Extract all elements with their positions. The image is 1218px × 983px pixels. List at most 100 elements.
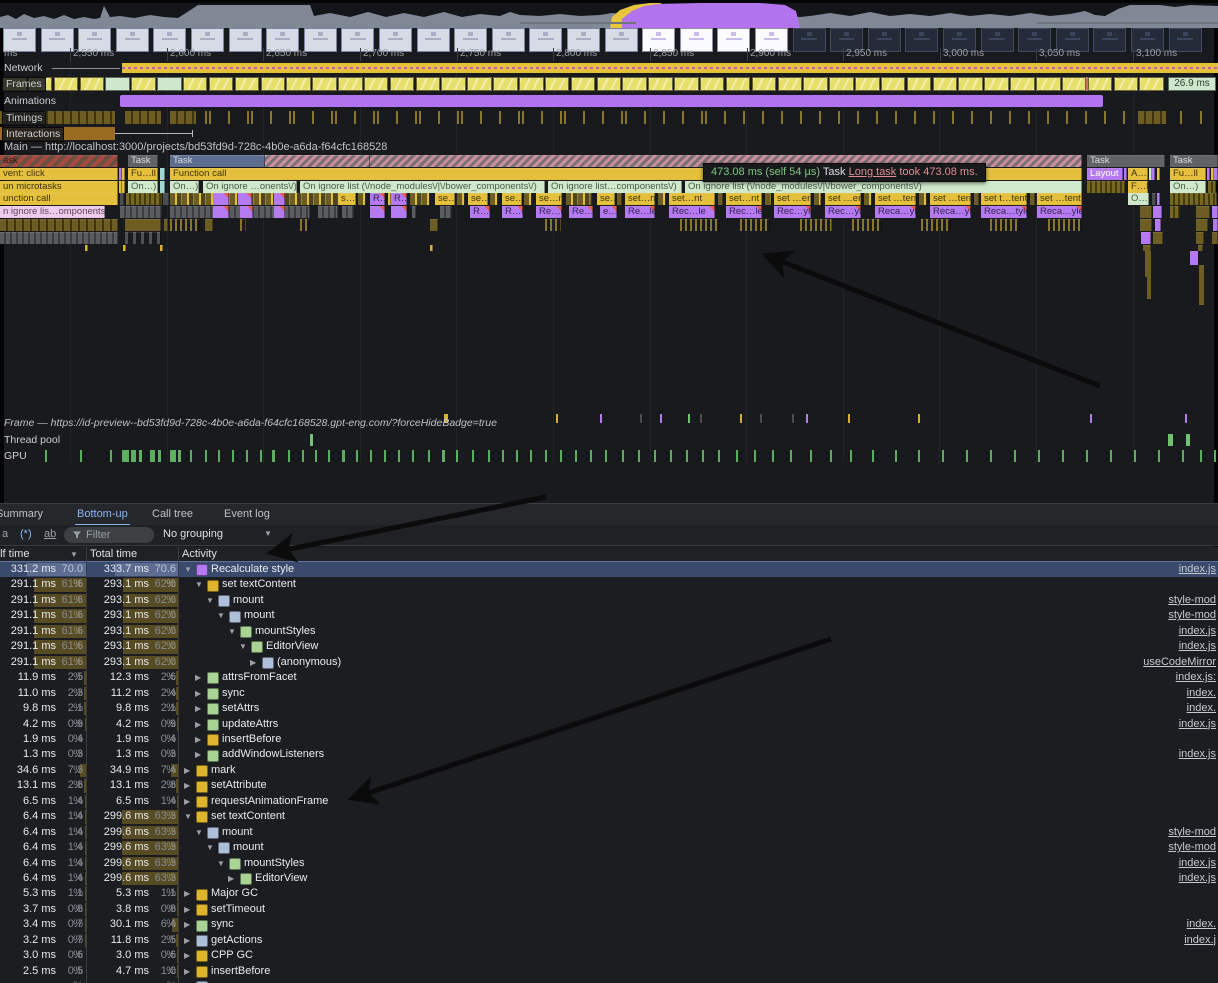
activity-header[interactable]: Activity — [182, 547, 217, 562]
collapse-caret-icon[interactable]: ▶ — [184, 917, 190, 932]
timeline-ruler[interactable]: ms2,550 ms2,600 ms2,650 ms2,700 ms2,750 … — [0, 48, 1218, 61]
frame-box[interactable] — [390, 77, 415, 91]
flame-event-sliver[interactable] — [1213, 219, 1218, 231]
collapse-caret-icon[interactable]: ▶ — [228, 871, 234, 886]
table-row[interactable]: 6.4 ms1.4 %299.6 ms63.3 %▼mountstyle-mod — [0, 840, 1218, 855]
flame-event[interactable]: Reca…yle — [875, 206, 916, 218]
table-row[interactable]: 34.6 ms7.3 %34.9 ms7.4 %▶mark — [0, 763, 1218, 778]
flame-event-sliver[interactable] — [126, 193, 162, 205]
flame-event-sliver[interactable] — [658, 193, 666, 205]
frame-box[interactable] — [700, 77, 725, 91]
flame-event-sliver[interactable] — [318, 206, 338, 218]
frame-box[interactable] — [752, 77, 777, 91]
flame-event-sliver[interactable] — [240, 206, 253, 218]
table-row[interactable]: 291.1 ms61.6 %293.1 ms62.0 %▼mountstyle-… — [0, 608, 1218, 623]
frame-duration-badge[interactable]: 26.9 ms — [1168, 77, 1216, 91]
source-link[interactable]: style-mod — [1168, 825, 1216, 840]
frame-box[interactable] — [648, 77, 673, 91]
main-thread-title[interactable]: Main — http://localhost:3000/projects/bd… — [4, 141, 387, 154]
source-link[interactable]: index.js: — [1176, 670, 1216, 685]
flame-event-sliver[interactable] — [1170, 193, 1217, 205]
tab-bottom-up[interactable]: Bottom-up — [75, 504, 130, 526]
frame-box[interactable] — [157, 77, 182, 91]
flame-event[interactable]: Reca…yle — [1037, 206, 1082, 218]
flame-event-sliver[interactable] — [163, 193, 169, 205]
flame-event-sliver[interactable] — [566, 193, 592, 205]
flame-event-sliver[interactable] — [274, 206, 285, 218]
source-link[interactable]: index. — [1187, 701, 1216, 716]
source-link[interactable]: index.j — [1184, 933, 1216, 948]
table-row[interactable]: 6.4 ms1.4 %299.6 ms63.3 %▼set textConten… — [0, 809, 1218, 824]
flame-event[interactable]: Re…le — [625, 206, 655, 218]
table-row[interactable]: 291.1 ms61.6 %293.1 ms62.0 %▼EditorViewi… — [0, 639, 1218, 654]
collapse-caret-icon[interactable]: ▶ — [184, 948, 190, 963]
flame-event-sliver[interactable] — [1030, 193, 1035, 205]
expand-caret-icon[interactable]: ▼ — [206, 840, 214, 855]
flame-event[interactable]: F…l — [1128, 181, 1148, 193]
flame-event-sliver[interactable] — [919, 193, 927, 205]
flame-event[interactable]: unction call — [0, 193, 118, 205]
flame-event[interactable]: Rec…le — [726, 206, 762, 218]
flame-event-sliver[interactable] — [457, 193, 465, 205]
flame-event-sliver[interactable] — [1153, 232, 1163, 244]
frame-box[interactable] — [622, 77, 647, 91]
flame-event-sliver[interactable] — [524, 193, 532, 205]
flame-event-sliver[interactable] — [718, 193, 723, 205]
flame-event[interactable]: set …tent — [930, 193, 971, 205]
frame-box[interactable] — [519, 77, 544, 91]
flame-event-sliver[interactable] — [170, 193, 338, 205]
flame-event[interactable]: e…le — [600, 206, 617, 218]
collapse-caret-icon[interactable]: ▶ — [184, 763, 190, 778]
tab-event-log[interactable]: Event log — [222, 504, 272, 524]
flame-event[interactable]: Re…e — [536, 206, 562, 218]
frame-box[interactable] — [54, 77, 79, 91]
table-row[interactable]: 1.3 ms0.3 %1.3 ms0.3 %▶addWindowListener… — [0, 747, 1218, 762]
flame-event-sliver[interactable] — [1196, 206, 1210, 218]
animations-track-bar[interactable] — [120, 95, 1103, 107]
flame-event[interactable]: Fu…ll — [128, 168, 158, 180]
flame-event-sliver[interactable] — [205, 219, 213, 231]
flame-event[interactable]: Rec…yle — [825, 206, 861, 218]
flame-event[interactable]: s…t — [338, 193, 356, 205]
flame-event-sliver[interactable] — [1196, 219, 1208, 231]
source-link[interactable]: index.js — [1179, 747, 1216, 762]
flame-event-sliver[interactable] — [342, 206, 354, 218]
flame-event-sliver[interactable] — [1157, 168, 1160, 180]
source-link[interactable]: style-mod — [1168, 840, 1216, 855]
table-row[interactable]: 6.5 ms1.4 %6.5 ms1.4 %▶requestAnimationF… — [0, 794, 1218, 809]
source-link[interactable]: index.js — [1179, 639, 1216, 654]
frame-box[interactable] — [416, 77, 441, 91]
frame-box[interactable] — [984, 77, 1009, 91]
flame-event-sliver[interactable] — [765, 193, 771, 205]
flame-event[interactable]: Re…le — [569, 206, 593, 218]
table-row[interactable]: ▶ — [0, 979, 1218, 983]
frame-box[interactable] — [726, 77, 751, 91]
source-link[interactable]: index. — [1187, 686, 1216, 701]
flame-event[interactable]: un microtasks — [0, 181, 118, 193]
table-row[interactable]: 11.9 ms2.5 %12.3 ms2.6 %▶attrsFromFaceti… — [0, 670, 1218, 685]
table-row[interactable]: 3.2 ms0.7 %11.8 ms2.5 %▶getActionsindex.… — [0, 933, 1218, 948]
flame-event-sliver[interactable] — [1155, 219, 1161, 231]
table-row[interactable]: 291.1 ms61.6 %293.1 ms62.0 %▼mountstyle-… — [0, 593, 1218, 608]
expand-caret-icon[interactable]: ▼ — [206, 593, 214, 608]
table-row[interactable]: 3.0 ms0.6 %3.0 ms0.6 %▶CPP GC — [0, 948, 1218, 963]
frame-box[interactable] — [907, 77, 932, 91]
expand-caret-icon[interactable]: ▼ — [195, 577, 203, 592]
table-row[interactable]: 2.5 ms0.5 %4.7 ms1.0 %▶insertBefore — [0, 964, 1218, 979]
flame-event[interactable]: Task — [170, 155, 370, 167]
flame-event-sliver[interactable] — [490, 193, 498, 205]
frame-box[interactable] — [80, 77, 105, 91]
flame-event-sliver[interactable] — [0, 232, 118, 244]
expand-caret-icon[interactable]: ▼ — [184, 562, 192, 577]
expand-caret-icon[interactable]: ▼ — [228, 624, 236, 639]
table-row[interactable]: 291.1 ms61.6 %293.1 ms62.0 %▼set textCon… — [0, 577, 1218, 592]
flame-event-sliver[interactable] — [274, 193, 285, 205]
frame-box[interactable] — [545, 77, 570, 91]
flame-event[interactable]: Fu…ll — [1170, 168, 1206, 180]
flame-event[interactable]: set…nt — [669, 193, 715, 205]
match-word-icon[interactable]: ab — [44, 528, 56, 540]
table-row[interactable]: 6.4 ms1.4 %299.6 ms63.3 %▼mountStylesind… — [0, 856, 1218, 871]
flame-event[interactable]: se…nt — [536, 193, 562, 205]
flame-event[interactable]: Task — [1170, 155, 1218, 167]
flame-event[interactable]: On ignore list (\/node_modules\/|\/bower… — [685, 181, 1082, 193]
